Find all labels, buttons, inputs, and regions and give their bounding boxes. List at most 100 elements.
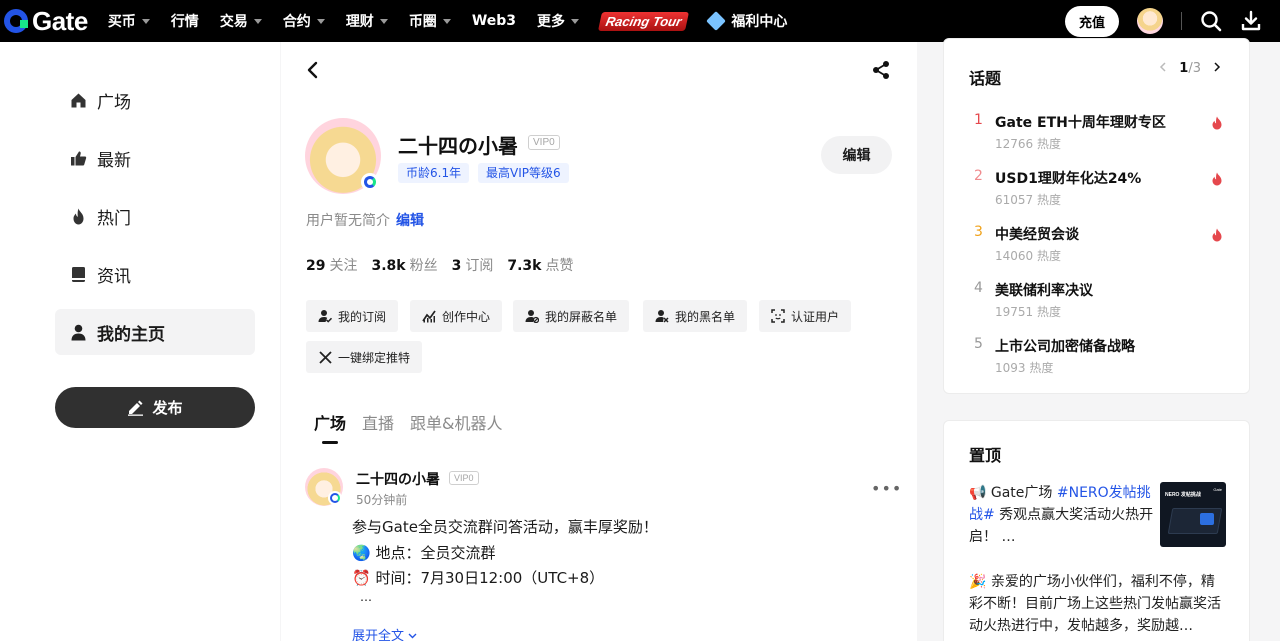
sidebar-item-hot[interactable]: 热门: [55, 193, 255, 239]
post-text-line: ⏰ 时间：7月30日12:00（UTC+8）: [352, 569, 605, 587]
nav-more[interactable]: 更多: [537, 11, 580, 31]
back-arrow-icon[interactable]: [303, 60, 323, 84]
post-text-line: 🌏 地点：全员交流群: [352, 544, 496, 562]
tab-square[interactable]: 广场: [314, 410, 346, 444]
post-text-line: 参与Gate全员交流群问答活动，赢丰厚奖励！: [352, 518, 658, 536]
nav-futures[interactable]: 合约: [283, 11, 325, 31]
nav-markets[interactable]: 行情: [171, 11, 199, 31]
creator-center-button[interactable]: 创作中心: [410, 300, 503, 332]
topic-heat: 12766 热度: [995, 137, 1061, 151]
chevron-down-icon: [442, 18, 451, 24]
my-block-list-button[interactable]: 我的屏蔽名单: [513, 300, 630, 332]
user-check-icon: [318, 309, 332, 323]
topic-title[interactable]: 美联储利率决议: [995, 280, 1093, 300]
pinned-title: 置顶: [969, 446, 1002, 465]
nav-buy-crypto[interactable]: 买币: [108, 11, 150, 31]
topics-card: 话题 1/3 1 Gate ETH十周年理财专区 12766 热度 2 USD1理财年化…: [943, 38, 1250, 394]
chevron-down-icon: [408, 633, 417, 639]
main-nav: 买币 行情 交易 合约 理财 币圈 Web3 更多 Racing Tour 福利…: [108, 11, 787, 31]
user-block-icon: [525, 309, 539, 323]
edit-profile-button[interactable]: 编辑: [821, 136, 892, 174]
profile-main: 二十四の小暑 VIP0 币龄6.1年 最高VIP等级6 编辑 用户暂无简介 编辑 …: [281, 42, 917, 641]
nav-trade[interactable]: 交易: [220, 11, 262, 31]
topic-title[interactable]: Gate ETH十周年理财专区: [995, 112, 1166, 132]
gate-logo-icon: [4, 9, 28, 33]
bind-twitter-button[interactable]: 一键绑定推特: [306, 341, 423, 373]
book-icon: [69, 265, 87, 283]
gate-logo[interactable]: Gate: [4, 0, 88, 42]
topic-title[interactable]: 上市公司加密储备战略: [995, 336, 1135, 356]
chevron-right-icon[interactable]: [1213, 61, 1221, 76]
thumbs-up-icon: [69, 149, 87, 167]
chevron-left-icon[interactable]: [1159, 61, 1167, 76]
verified-badge-icon: [361, 173, 379, 191]
stat-followers[interactable]: 3.8k 粉丝: [371, 255, 437, 275]
topic-title[interactable]: 中美经贸会谈: [995, 224, 1079, 244]
verified-user-button[interactable]: 认证用户: [759, 300, 852, 332]
x-twitter-icon: [318, 350, 332, 364]
post-text-ellipsis: …: [360, 590, 372, 604]
profile-tabs: 广场 直播 跟单&机器人: [314, 410, 519, 444]
topic-heat: 19751 热度: [995, 305, 1061, 319]
top-navbar: Gate 买币 行情 交易 合约 理财 币圈 Web3 更多 Racing To…: [0, 0, 1280, 42]
pinned-card: 置顶 📢 Gate广场 #NERO发帖挑战# 秀观点赢大奖活动火热开启！ … N…: [943, 420, 1250, 641]
pen-icon: [128, 400, 144, 416]
user-avatar[interactable]: [1137, 8, 1163, 34]
topic-rank: 1: [974, 112, 983, 128]
topic-rank: 5: [974, 336, 983, 352]
search-icon[interactable]: [1200, 10, 1222, 32]
nav-earn[interactable]: 理财: [346, 11, 388, 31]
gift-cube-icon: [706, 11, 727, 31]
stat-subscriptions[interactable]: 3 订阅: [452, 255, 494, 275]
sidebar-item-square[interactable]: 广场: [55, 77, 255, 123]
sidebar-item-latest[interactable]: 最新: [55, 135, 255, 181]
user-icon: [69, 323, 87, 341]
topic-rank: 4: [974, 280, 983, 296]
sidebar-item-news[interactable]: 资讯: [55, 251, 255, 297]
pinned-post-2[interactable]: 🎉 亲爱的广场小伙伴们，福利不停，精彩不断！目前广场上这些热门发帖赢奖活动火热进…: [969, 571, 1227, 637]
deposit-button[interactable]: 充值: [1064, 5, 1119, 37]
more-options-icon[interactable]: •••: [871, 479, 902, 498]
publish-button[interactable]: 发布: [55, 387, 255, 428]
chart-trend-icon: [422, 309, 436, 323]
top-right-actions: 充值: [1064, 0, 1280, 42]
topic-rank: 3: [974, 224, 983, 240]
post-timestamp: 50分钟前: [356, 493, 408, 507]
expand-full-text-link[interactable]: 展开全文: [352, 625, 417, 641]
tab-live[interactable]: 直播: [362, 410, 394, 434]
stat-following[interactable]: 29 关注: [306, 255, 357, 275]
edit-bio-link[interactable]: 编辑: [396, 213, 424, 229]
user-ban-icon: [655, 309, 669, 323]
gate-logo-text: Gate: [32, 5, 88, 36]
max-vip-tag: 最高VIP等级6: [478, 163, 569, 183]
pinned-post-thumbnail[interactable]: NERO 发帖挑战 Gate: [1160, 482, 1226, 547]
stat-likes: 7.3k 点赞: [507, 258, 574, 274]
tab-copy-trading-bots[interactable]: 跟单&机器人: [410, 410, 502, 434]
hot-flame-icon: [1211, 115, 1223, 130]
nav-web3[interactable]: Web3: [472, 13, 516, 29]
left-sidebar: 广场 最新 热门 资讯 我的主页 发布: [0, 42, 280, 641]
post-author-name[interactable]: 二十四の小暑: [356, 469, 440, 489]
topics-title: 话题: [969, 69, 1002, 88]
chevron-down-icon: [141, 18, 150, 24]
post-vip-badge: VIP0: [449, 471, 479, 485]
chevron-down-icon: [379, 18, 388, 24]
vip-badge: VIP0: [528, 135, 560, 150]
hot-flame-icon: [1211, 171, 1223, 186]
divider: [1181, 12, 1182, 30]
racing-tour-banner[interactable]: Racing Tour: [597, 11, 690, 31]
my-blacklist-button[interactable]: 我的黑名单: [643, 300, 748, 332]
flame-icon: [69, 207, 87, 225]
face-scan-icon: [771, 309, 785, 323]
nav-welfare-center[interactable]: 福利中心: [706, 11, 787, 31]
topic-heat: 1093 热度: [995, 361, 1054, 375]
share-icon[interactable]: [871, 60, 891, 84]
download-icon[interactable]: [1240, 10, 1262, 32]
topic-title[interactable]: USD1理财年化达24%: [995, 168, 1141, 188]
profile-name: 二十四の小暑: [398, 134, 518, 158]
sidebar-item-my-home[interactable]: 我的主页: [55, 309, 255, 355]
chevron-down-icon: [316, 18, 325, 24]
pinned-post-1[interactable]: 📢 Gate广场 #NERO发帖挑战# 秀观点赢大奖活动火热开启！ …: [969, 482, 1155, 548]
my-subscriptions-button[interactable]: 我的订阅: [306, 300, 399, 332]
nav-community[interactable]: 币圈: [409, 11, 451, 31]
